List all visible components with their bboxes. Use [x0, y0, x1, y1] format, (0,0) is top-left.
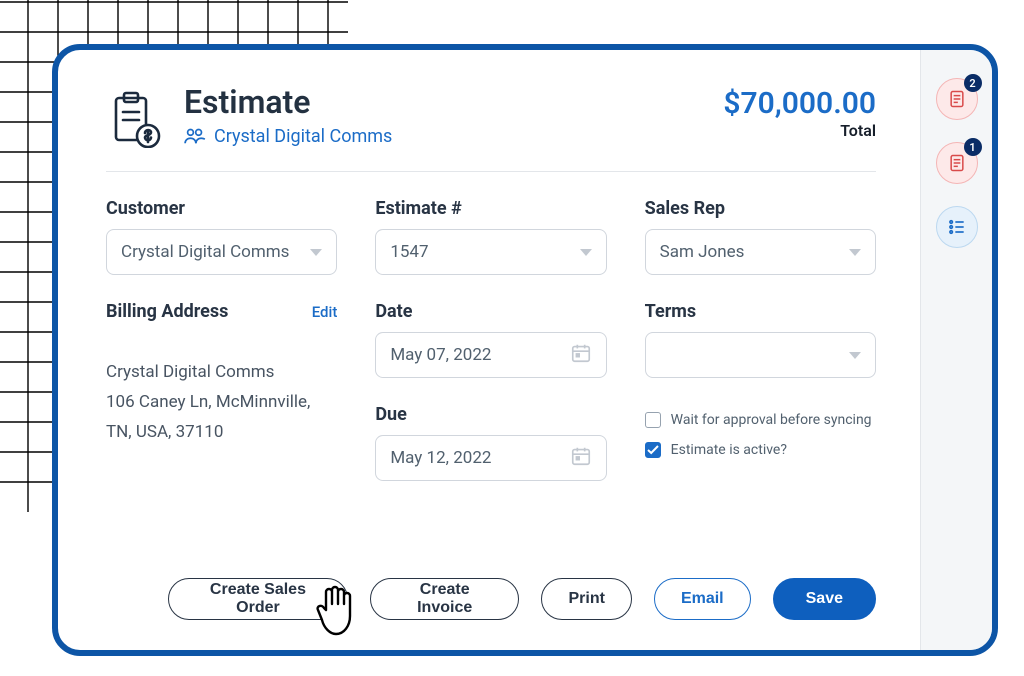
date-value: May 07, 2022 — [390, 345, 491, 365]
chevron-down-icon — [849, 249, 861, 256]
customer-field: Customer Crystal Digital Comms — [106, 198, 337, 275]
calendar-icon — [570, 342, 592, 369]
edit-billing-link[interactable]: Edit — [312, 303, 338, 321]
is-active-label: Estimate is active? — [671, 442, 787, 458]
estimate-number-select[interactable]: 1547 — [375, 229, 606, 275]
create-invoice-button[interactable]: Create Invoice — [370, 578, 520, 620]
is-active-checkbox[interactable]: Estimate is active? — [645, 442, 876, 458]
due-input[interactable]: May 12, 2022 — [375, 435, 606, 481]
billing-line2: 106 Caney Ln, McMinnville, — [106, 388, 337, 418]
header-divider — [106, 171, 876, 172]
billing-line3: TN, USA, 37110 — [106, 418, 337, 448]
due-label: Due — [375, 404, 606, 425]
sales-rep-select[interactable]: Sam Jones — [645, 229, 876, 275]
cursor-pointer-icon — [316, 582, 368, 640]
terms-label: Terms — [645, 301, 876, 322]
badge-count: 1 — [964, 138, 982, 156]
calendar-icon — [570, 445, 592, 472]
customer-select[interactable]: Crystal Digital Comms — [106, 229, 337, 275]
checkbox-checked-icon — [645, 442, 661, 458]
chevron-down-icon — [310, 249, 322, 256]
customer-name: Crystal Digital Comms — [214, 126, 392, 147]
billing-address-block: Billing Address Edit Crystal Digital Com… — [106, 301, 337, 447]
badge-count: 2 — [964, 74, 982, 92]
sidebar-doc-button-1[interactable]: 2 — [936, 78, 978, 120]
document-icon — [947, 89, 967, 109]
main-content: Estimate Crystal Digital Comms $70,000.0… — [58, 50, 920, 650]
wait-approval-label: Wait for approval before syncing — [671, 412, 872, 428]
sidebar-list-button[interactable] — [936, 206, 978, 248]
terms-select[interactable] — [645, 332, 876, 378]
due-value: May 12, 2022 — [390, 448, 491, 468]
header: Estimate Crystal Digital Comms $70,000.0… — [106, 86, 876, 149]
chevron-down-icon — [580, 249, 592, 256]
billing-label: Billing Address — [106, 301, 228, 322]
total-block: $70,000.00 Total — [723, 86, 876, 140]
save-button[interactable]: Save — [773, 578, 876, 620]
list-icon — [947, 217, 967, 237]
estimate-window: Estimate Crystal Digital Comms $70,000.0… — [52, 44, 998, 656]
chevron-down-icon — [849, 352, 861, 359]
document-icon — [947, 153, 967, 173]
email-button[interactable]: Email — [654, 578, 751, 620]
people-icon — [184, 127, 206, 145]
clipboard-dollar-icon — [106, 90, 164, 148]
customer-label: Customer — [106, 198, 337, 219]
total-amount: $70,000.00 — [723, 86, 876, 121]
sales-rep-value: Sam Jones — [660, 242, 745, 262]
estimate-number-value: 1547 — [390, 242, 428, 262]
print-button[interactable]: Print — [541, 578, 631, 620]
date-label: Date — [375, 301, 606, 322]
form-grid: Customer Crystal Digital Comms Billing A… — [106, 198, 876, 481]
total-label: Total — [723, 121, 876, 140]
date-input[interactable]: May 07, 2022 — [375, 332, 606, 378]
billing-line1: Crystal Digital Comms — [106, 358, 337, 388]
footer-actions: Create Sales Order Create Invoice Print … — [106, 560, 876, 620]
customer-link[interactable]: Crystal Digital Comms — [184, 126, 392, 147]
page-title: Estimate — [184, 86, 723, 120]
sales-rep-label: Sales Rep — [645, 198, 876, 219]
estimate-number-label: Estimate # — [375, 198, 606, 219]
checkbox-unchecked-icon — [645, 412, 661, 428]
wait-approval-checkbox[interactable]: Wait for approval before syncing — [645, 412, 876, 428]
sidebar-doc-button-2[interactable]: 1 — [936, 142, 978, 184]
customer-value: Crystal Digital Comms — [121, 242, 289, 262]
right-sidebar: 2 1 — [920, 50, 992, 650]
